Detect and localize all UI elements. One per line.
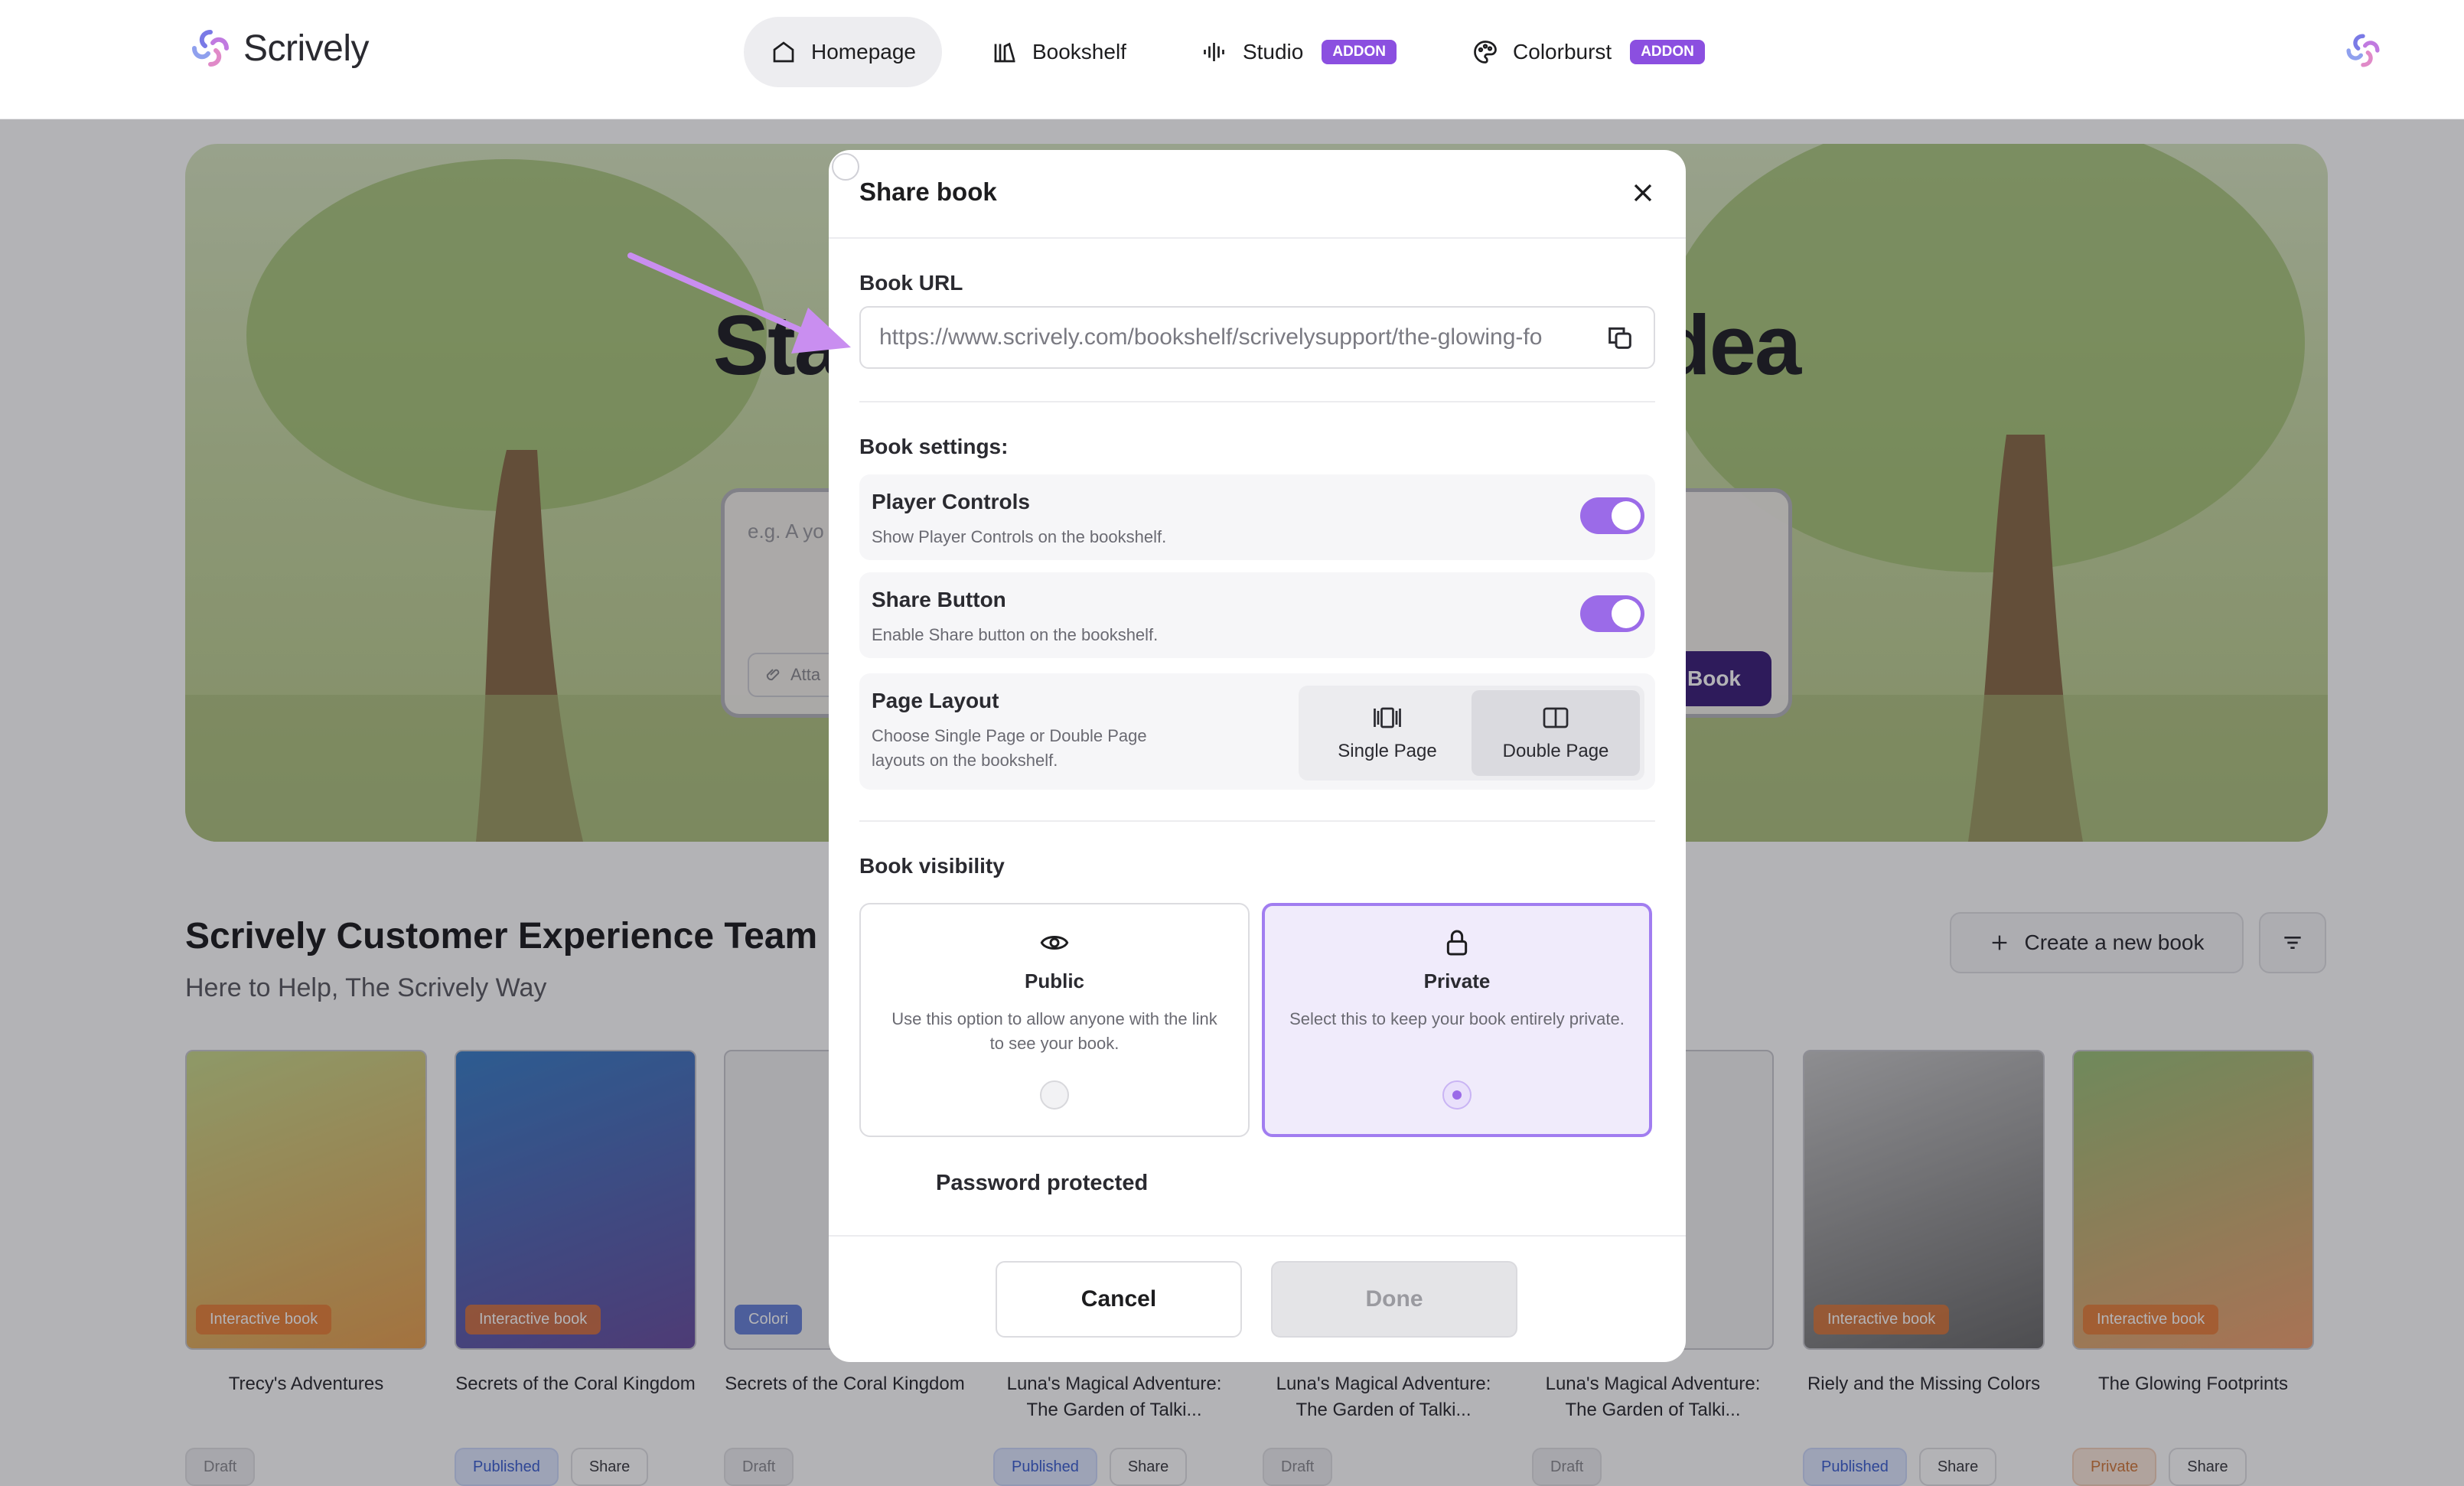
bookshelf-icon xyxy=(994,42,1015,63)
profile-button[interactable] xyxy=(2343,31,2383,74)
private-radio[interactable] xyxy=(1442,1080,1472,1110)
nav-bookshelf[interactable]: Bookshelf xyxy=(965,17,1152,87)
app-name: Scrively xyxy=(243,28,370,69)
nav-label: Homepage xyxy=(811,40,916,64)
page-layout-options: Single Page Double Page xyxy=(1299,686,1644,780)
share-button-toggle[interactable] xyxy=(1580,595,1644,632)
setting-description: Show Player Controls on the bookshelf. xyxy=(872,527,1167,546)
setting-page-layout: Page Layout Choose Single Page or Double… xyxy=(859,673,1655,790)
single-page-option[interactable]: Single Page xyxy=(1303,690,1472,776)
setting-title: Share Button xyxy=(872,588,1006,611)
double-page-option[interactable]: Double Page xyxy=(1472,690,1640,776)
setting-description: Enable Share button on the bookshelf. xyxy=(872,625,1159,644)
cancel-button[interactable]: Cancel xyxy=(996,1261,1242,1338)
nav-colorburst[interactable]: Colorburst ADDON xyxy=(1445,17,1731,87)
scrively-logo-icon xyxy=(192,30,229,67)
dialog-title: Share book xyxy=(859,178,997,206)
visibility-title: Public xyxy=(1024,969,1084,992)
lock-icon xyxy=(1446,930,1468,956)
nav-label: Studio xyxy=(1242,40,1304,64)
toggle-knob xyxy=(1612,599,1641,628)
share-book-dialog: Share book Book URL https://www.scrively… xyxy=(829,150,1686,1362)
divider xyxy=(859,401,1655,402)
player-controls-toggle[interactable] xyxy=(1580,497,1644,534)
addon-badge: ADDON xyxy=(1630,40,1705,64)
double-page-icon xyxy=(1543,707,1569,728)
divider xyxy=(829,237,1686,239)
palette-icon xyxy=(1474,41,1497,64)
setting-player-controls: Player Controls Show Player Controls on … xyxy=(859,474,1655,560)
book-url-label: Book URL xyxy=(859,271,963,295)
book-url-field[interactable]: https://www.scrively.com/bookshelf/scriv… xyxy=(859,306,1655,369)
book-visibility-label: Book visibility xyxy=(859,854,1005,878)
visibility-private-option[interactable]: Private Select this to keep your book en… xyxy=(1262,903,1652,1137)
audio-wave-icon xyxy=(1204,43,1224,61)
setting-title: Player Controls xyxy=(872,490,1030,513)
public-radio[interactable] xyxy=(1040,1080,1069,1110)
nav-label: Colorburst xyxy=(1513,40,1612,64)
home-icon xyxy=(773,41,794,63)
visibility-public-option[interactable]: Public Use this option to allow anyone w… xyxy=(859,903,1250,1137)
app-logo[interactable]: Scrively xyxy=(188,26,370,70)
book-settings-label: Book settings: xyxy=(859,435,1009,458)
main-nav: Homepage Bookshelf Studio ADDON Colorbur… xyxy=(744,17,1731,87)
divider xyxy=(859,820,1655,822)
toggle-knob xyxy=(1612,501,1641,530)
eye-icon xyxy=(1040,936,1069,950)
copy-icon[interactable] xyxy=(1605,322,1635,353)
visibility-description: Use this option to allow anyone with the… xyxy=(891,1009,1217,1053)
nav-studio[interactable]: Studio ADDON xyxy=(1175,17,1423,87)
book-url-value[interactable]: https://www.scrively.com/bookshelf/scriv… xyxy=(879,324,1591,350)
setting-title: Page Layout xyxy=(872,689,999,712)
visibility-title: Private xyxy=(1423,969,1491,992)
password-protected-label: Password protected xyxy=(936,1171,1149,1195)
visibility-description: Select this to keep your book entirely p… xyxy=(1289,1009,1625,1028)
addon-badge: ADDON xyxy=(1322,40,1397,64)
setting-share-button: Share Button Enable Share button on the … xyxy=(859,572,1655,658)
nav-label: Bookshelf xyxy=(1032,40,1126,64)
divider xyxy=(829,1235,1686,1237)
scrively-logo-icon xyxy=(2346,34,2380,67)
nav-homepage[interactable]: Homepage xyxy=(744,17,942,87)
close-button[interactable] xyxy=(1628,178,1658,212)
done-button[interactable]: Done xyxy=(1271,1261,1517,1338)
setting-description: Choose Single Page or Double Page layout… xyxy=(872,726,1147,770)
top-header: Scrively Homepage Bookshelf Studio ADDON… xyxy=(0,0,2464,119)
annotation-arrow-icon xyxy=(627,253,851,354)
single-page-icon xyxy=(1374,707,1401,728)
close-icon xyxy=(1634,184,1652,202)
toggle-knob xyxy=(832,153,859,181)
